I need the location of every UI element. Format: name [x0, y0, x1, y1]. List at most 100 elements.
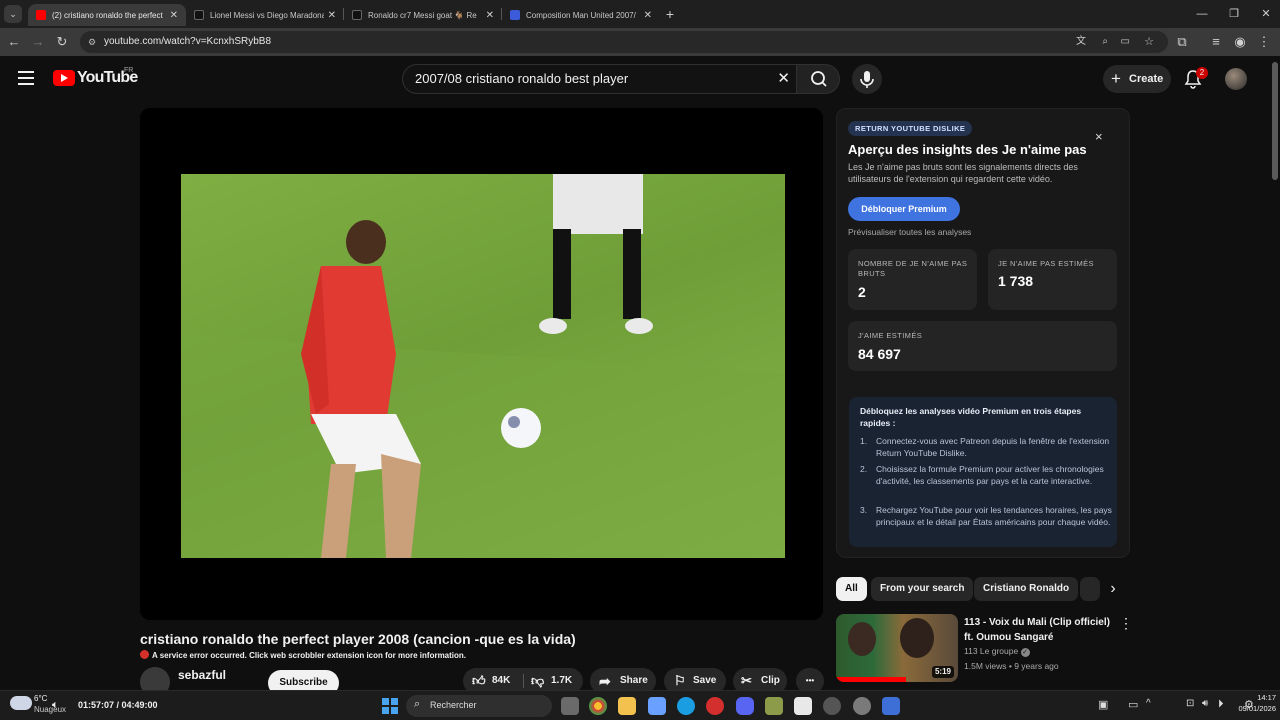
chip-partial[interactable]: [1080, 577, 1100, 601]
recommended-channel-name: 113 Le groupe: [964, 646, 1019, 656]
stat-value: 84 697: [858, 346, 901, 362]
discord-icon[interactable]: [736, 697, 754, 715]
recommended-title[interactable]: 113 - Voix du Mali (Clip officiel) ft. O…: [964, 615, 1114, 645]
video-frame: [181, 174, 785, 558]
remote-desktop-icon[interactable]: [882, 697, 900, 715]
close-tab-icon[interactable]: ✕: [328, 10, 336, 21]
settings-gear-icon[interactable]: ⚙: [1244, 698, 1254, 711]
site-info-icon[interactable]: ⚙: [88, 31, 96, 53]
create-button[interactable]: + Create: [1103, 65, 1171, 93]
channel-name[interactable]: sebazful: [178, 668, 226, 682]
zoom-icon[interactable]: ⌕: [1102, 31, 1108, 53]
task-view-icon[interactable]: [561, 697, 579, 715]
app-icon[interactable]: [765, 697, 783, 715]
youtube-logo-icon[interactable]: [53, 70, 75, 86]
opera-icon[interactable]: [706, 697, 724, 715]
error-text: A service error occurred. Click web scro…: [152, 651, 467, 660]
steps-heading: Débloquez les analyses vidéo Premium en …: [860, 406, 1082, 428]
tray-app-icon[interactable]: ▣: [1098, 698, 1108, 711]
network-icon[interactable]: ⊡: [1186, 698, 1194, 709]
preview-analyses-link[interactable]: Prévisualiser toutes les analyses: [848, 227, 971, 237]
store-icon[interactable]: [648, 697, 666, 715]
thumbnail-person-image: [848, 622, 876, 656]
address-bar[interactable]: ⚙ youtube.com/watch?v=KcnxhSRybB8 文 ⌕ ▭ …: [80, 31, 1168, 53]
stat-value: 1 738: [998, 273, 1034, 289]
tiktok-favicon-icon: [194, 10, 204, 20]
new-tab-button[interactable]: +: [662, 6, 678, 22]
unlock-premium-button[interactable]: Débloquer Premium: [848, 197, 960, 221]
weather-cloud-icon[interactable]: [10, 696, 32, 710]
search-input[interactable]: 2007/08 cristiano ronaldo best player ✕: [402, 64, 796, 94]
step-item: 3. Rechargez YouTube pour voir les tendan…: [860, 505, 1112, 527]
microphone-icon: [860, 71, 874, 88]
reading-list-icon[interactable]: ≡: [1208, 34, 1224, 50]
notification-badge: 2: [1196, 67, 1208, 79]
tab-2[interactable]: Lionel Messi vs Diego Maradona ✕: [186, 4, 344, 26]
duration-badge: 5:19: [931, 666, 954, 678]
chip-cristiano-ronaldo[interactable]: Cristiano Ronaldo: [974, 577, 1079, 601]
url-text: youtube.com/watch?v=KcnxhSRybB8: [104, 36, 272, 47]
avatar[interactable]: [1225, 68, 1247, 90]
tray-chevron-icon[interactable]: ^: [1146, 698, 1151, 709]
close-tab-icon[interactable]: ✕: [170, 10, 178, 21]
hamburger-menu-icon[interactable]: [18, 71, 34, 85]
stat-label: JE N'AIME PAS ESTIMÉS: [998, 259, 1094, 268]
bookmark-star-icon[interactable]: ☆: [1144, 31, 1154, 53]
tray-app-icon[interactable]: ▭: [1128, 698, 1138, 711]
tab-3[interactable]: Ronaldo cr7 Messi goat 🐐 Re ✕: [344, 4, 502, 26]
extensions-icon[interactable]: ⧉: [1174, 34, 1190, 50]
close-panel-icon[interactable]: ×: [1095, 129, 1103, 144]
edge-icon[interactable]: [677, 697, 695, 715]
tab-title: Ronaldo cr7 Messi goat 🐐 Re: [368, 10, 477, 20]
tiktok-favicon-icon: [352, 10, 362, 20]
close-window-icon[interactable]: ✕: [1258, 6, 1274, 22]
recommended-channel[interactable]: 113 Le groupe ✓: [964, 646, 1030, 657]
chip-from-your-search[interactable]: From your search: [871, 577, 974, 601]
video-player[interactable]: [140, 108, 823, 620]
cast-icon[interactable]: ▭: [1121, 31, 1130, 53]
search-button[interactable]: [796, 64, 840, 94]
tab-4[interactable]: Composition Man United 2007/ ✕: [502, 4, 660, 26]
tab-title: Composition Man United 2007/: [526, 10, 636, 20]
close-tab-icon[interactable]: ✕: [486, 10, 494, 21]
chip-all[interactable]: All: [836, 577, 867, 601]
chevron-right-icon[interactable]: ›: [1100, 577, 1126, 601]
browser-menu-icon[interactable]: ⋮: [1256, 34, 1272, 50]
maximize-icon[interactable]: ❐: [1226, 6, 1242, 22]
notifications-button[interactable]: 2: [1184, 67, 1208, 89]
tab-1[interactable]: (2) cristiano ronaldo the perfect ✕: [28, 4, 186, 26]
close-tab-icon[interactable]: ✕: [644, 10, 652, 21]
back-icon[interactable]: ←: [6, 34, 22, 50]
ryd-insights-panel: RETURN YOUTUBE DISLIKE × Aperçu des insi…: [836, 108, 1130, 558]
media-play-icon[interactable]: ⏵: [1218, 698, 1224, 711]
page-scrollbar[interactable]: [1270, 56, 1280, 690]
profile-icon[interactable]: ◉: [1232, 34, 1248, 50]
taskbar-search-box[interactable]: ⌕ Rechercher: [406, 695, 552, 717]
volume-tray-icon[interactable]: 🔊︎: [1202, 698, 1208, 709]
file-explorer-icon[interactable]: [618, 697, 636, 715]
volume-icon[interactable]: 🔈︎: [52, 699, 59, 712]
tab-title: Lionel Messi vs Diego Maradona: [210, 10, 324, 20]
create-label: Create: [1129, 73, 1164, 85]
panel-description: Les Je n'aime pas bruts sont les signale…: [848, 162, 1078, 184]
recommended-thumbnail[interactable]: 5:19: [836, 614, 958, 682]
tab-search-chevron-icon[interactable]: ⌄: [4, 5, 22, 23]
taskbar-search-placeholder: Rechercher: [430, 700, 477, 710]
notepad-icon[interactable]: [794, 697, 812, 715]
settings-gear-icon[interactable]: [853, 697, 871, 715]
reload-icon[interactable]: ↻: [54, 34, 70, 50]
tab-title: (2) cristiano ronaldo the perfect: [52, 10, 163, 20]
chrome-icon[interactable]: [589, 697, 607, 715]
recommended-menu-icon[interactable]: ⋮: [1119, 615, 1133, 632]
youtube-header: YouTube FR 2007/08 cristiano ronaldo bes…: [0, 56, 1270, 102]
minimize-icon[interactable]: —: [1194, 6, 1210, 22]
windows-start-icon[interactable]: [382, 698, 398, 714]
browser-tab-bar: ⌄ (2) cristiano ronaldo the perfect ✕ Li…: [0, 0, 1280, 28]
voice-search-button[interactable]: [852, 64, 882, 94]
forward-icon[interactable]: →: [30, 34, 46, 50]
scrollbar-thumb[interactable]: [1272, 62, 1278, 180]
translate-icon[interactable]: 文: [1076, 31, 1086, 53]
clear-search-icon[interactable]: ✕: [777, 65, 790, 93]
app-icon[interactable]: [823, 697, 841, 715]
region-code: FR: [124, 67, 134, 74]
